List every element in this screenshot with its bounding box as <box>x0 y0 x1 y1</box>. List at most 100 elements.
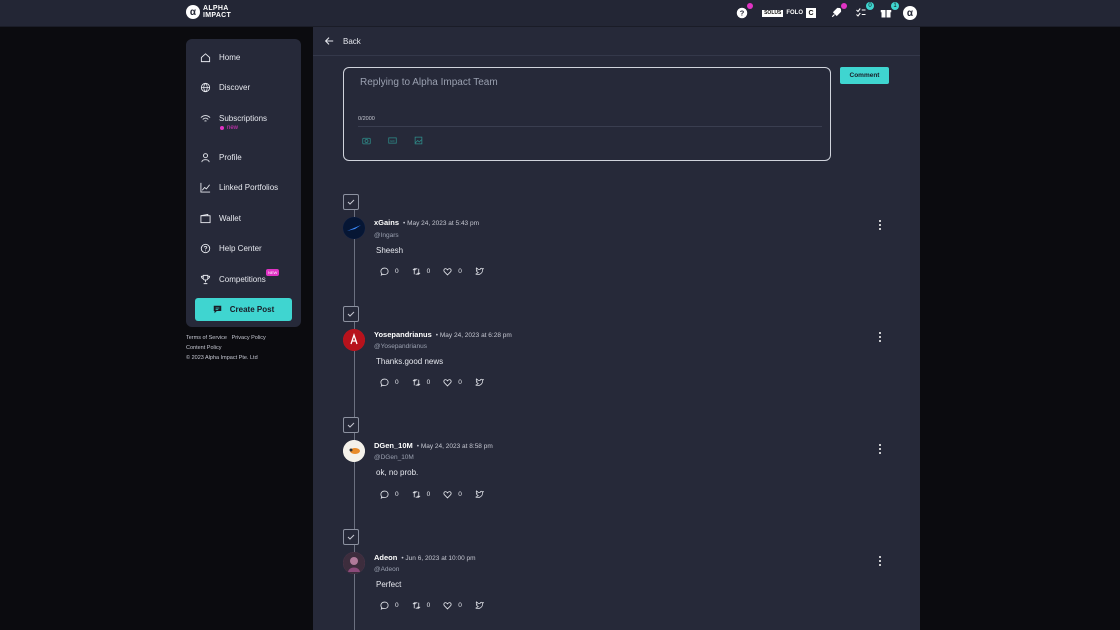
copyright: © 2023 Alpha Impact Pte. Ltd <box>186 355 258 361</box>
heart-icon <box>443 268 452 276</box>
sidebar-item-linked-portfolios[interactable]: Linked Portfolios <box>200 182 278 193</box>
like-action[interactable]: 0 <box>443 601 462 610</box>
post-text: ok, no prob. <box>376 468 419 477</box>
like-action[interactable]: 0 <box>443 378 462 387</box>
sidebar-item-discover[interactable]: Discover <box>200 82 250 93</box>
post-handle[interactable]: @Ingars <box>374 232 399 239</box>
arrow-left-icon <box>324 37 334 45</box>
post-actions: 0 0 0 <box>380 267 484 276</box>
gift-badge: 1 <box>891 2 899 10</box>
tasks-icon[interactable]: 0 <box>853 2 874 21</box>
folo-box-label: SOLUS <box>762 9 784 17</box>
sidebar-item-label: Linked Portfolios <box>219 183 279 192</box>
reply-action[interactable]: 0 <box>380 601 399 610</box>
top-bar: α ALPHA IMPACT ? SOLUS FOLO C 0 1 α <box>0 0 1120 27</box>
sidebar-item-label: Home <box>219 53 241 62</box>
avatar[interactable] <box>343 552 365 574</box>
reply-action[interactable]: 0 <box>380 378 399 387</box>
wallet-icon <box>200 213 211 224</box>
terms-link[interactable]: Terms of Service <box>186 335 227 341</box>
post-actions: 0 0 0 <box>380 601 484 610</box>
repost-action[interactable]: 0 <box>412 490 430 499</box>
post-handle[interactable]: @Adeon <box>374 566 399 573</box>
help-icon[interactable]: ? <box>734 3 754 21</box>
post-author[interactable]: Yosepandrianus • May 24, 2023 at 6:28 pm <box>374 330 512 339</box>
sidebar-item-home[interactable]: Home <box>200 52 240 63</box>
wifi-icon <box>200 115 211 122</box>
more-options-icon[interactable] <box>876 556 884 566</box>
user-icon <box>201 153 210 163</box>
trophy-icon <box>200 274 211 285</box>
sidebar-item-profile[interactable]: Profile <box>200 152 242 163</box>
sidebar-item-wallet[interactable]: Wallet <box>200 213 241 224</box>
svg-text:GIF: GIF <box>390 139 395 143</box>
twitter-icon <box>475 378 484 386</box>
post-date: • May 24, 2023 at 6:28 pm <box>435 332 512 339</box>
alpha-impact-logo[interactable]: α ALPHA IMPACT <box>186 5 231 19</box>
sidebar-item-competitions[interactable]: Competitions <box>200 274 266 285</box>
gift-icon[interactable]: 1 <box>878 2 899 21</box>
post-text: Perfect <box>376 580 402 589</box>
gif-icon[interactable]: GIF <box>388 136 397 145</box>
content-policy-link[interactable]: Content Policy <box>186 345 221 351</box>
sidebar-item-subscriptions[interactable]: Subscriptions <box>200 113 267 124</box>
back-button[interactable]: Back <box>324 36 361 46</box>
post-author[interactable]: Adeon • Jun 6, 2023 at 10:00 pm <box>374 553 476 562</box>
post-handle[interactable]: @DGen_10M <box>374 454 414 461</box>
more-options-icon[interactable] <box>876 220 884 230</box>
post-handle[interactable]: @Yosepandrianus <box>374 343 427 350</box>
create-post-button[interactable]: Create Post <box>195 298 292 321</box>
avatar[interactable] <box>343 440 365 462</box>
rocket-icon[interactable] <box>828 3 847 21</box>
chart-icon <box>200 182 211 193</box>
repost-action[interactable]: 0 <box>412 601 430 610</box>
check-icon <box>347 534 355 540</box>
rocket-notification-dot <box>841 3 847 9</box>
logo-line-2: IMPACT <box>203 12 232 19</box>
subscriptions-new-indicator: new <box>220 125 238 131</box>
repost-action[interactable]: 0 <box>412 378 430 387</box>
checkbox[interactable] <box>343 306 359 322</box>
user-avatar[interactable]: α <box>903 6 917 20</box>
repost-icon <box>412 491 421 498</box>
post-author[interactable]: xGains • May 24, 2023 at 5:43 pm <box>374 218 479 227</box>
like-action[interactable]: 0 <box>443 267 462 276</box>
checkbox[interactable] <box>343 417 359 433</box>
repost-icon <box>412 379 421 386</box>
like-action[interactable]: 0 <box>443 490 462 499</box>
avatar[interactable] <box>343 217 365 239</box>
create-post-label: Create Post <box>229 305 275 314</box>
logo-mark: α <box>186 5 200 19</box>
more-options-icon[interactable] <box>876 444 884 454</box>
share-twitter-action[interactable] <box>475 267 484 276</box>
avatar[interactable] <box>343 329 365 351</box>
footer-links: Terms of Service Privacy Policy Content … <box>186 333 266 363</box>
checkbox[interactable] <box>343 529 359 545</box>
share-twitter-action[interactable] <box>475 601 484 610</box>
check-icon <box>347 422 355 428</box>
more-options-icon[interactable] <box>876 332 884 342</box>
reply-input[interactable]: Replying to Alpha Impact Team 0/2000 GIF <box>343 67 831 161</box>
check-icon <box>347 199 355 205</box>
sidebar-item-help-center[interactable]: Help Center <box>200 243 262 254</box>
logo-line-1: ALPHA <box>203 5 229 12</box>
repost-action[interactable]: 0 <box>412 267 430 276</box>
reply-action[interactable]: 0 <box>380 267 399 276</box>
back-label: Back <box>343 36 361 46</box>
privacy-link[interactable]: Privacy Policy <box>232 335 266 341</box>
help-notification-dot <box>747 3 754 9</box>
post-author[interactable]: DGen_10M • May 24, 2023 at 8:58 pm <box>374 441 493 450</box>
reply-action[interactable]: 0 <box>380 490 399 499</box>
comment-icon <box>380 267 389 276</box>
share-twitter-action[interactable] <box>475 490 484 499</box>
reply-placeholder[interactable]: Replying to Alpha Impact Team <box>360 77 498 88</box>
share-twitter-action[interactable] <box>475 378 484 387</box>
sidebar: Home Discover Subscriptions new Profile … <box>186 39 301 327</box>
checkbox[interactable] <box>343 194 359 210</box>
folo-token-button[interactable]: SOLUS FOLO C <box>759 6 819 20</box>
comment-button[interactable]: Comment <box>840 67 889 84</box>
image-icon[interactable] <box>414 136 423 145</box>
camera-icon[interactable] <box>362 136 371 145</box>
post-icon <box>213 305 222 314</box>
sidebar-item-label: Help Center <box>219 244 262 253</box>
